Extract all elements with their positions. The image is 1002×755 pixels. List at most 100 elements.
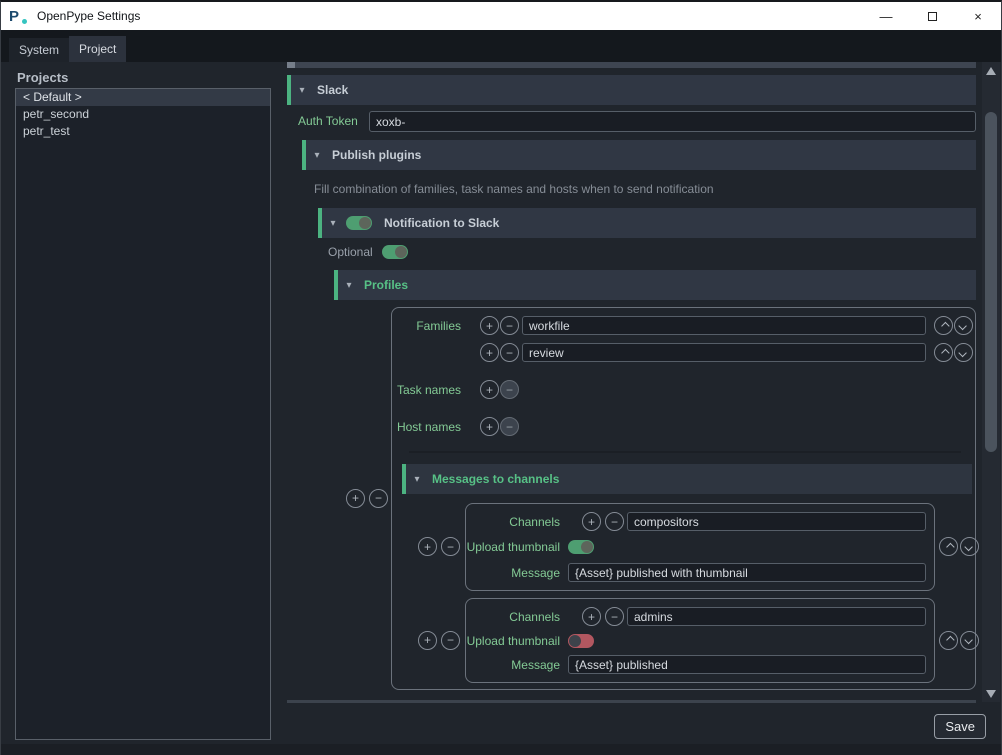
scrolled-section-edge bbox=[287, 62, 976, 68]
minimize-button[interactable]: — bbox=[863, 2, 909, 30]
scrolled-section-cap bbox=[287, 62, 295, 68]
publish-plugins-description: Fill combination of families, task names… bbox=[314, 182, 714, 196]
vertical-scrollbar[interactable] bbox=[982, 62, 1000, 702]
families-label: Families bbox=[397, 319, 461, 333]
toggle-knob bbox=[395, 246, 407, 258]
project-item-default[interactable]: < Default > bbox=[16, 89, 270, 106]
message-input[interactable] bbox=[568, 563, 926, 582]
publish-plugins-header[interactable]: ▾ Publish plugins bbox=[302, 140, 976, 170]
minimize-icon: — bbox=[880, 9, 893, 24]
close-icon: × bbox=[974, 9, 982, 24]
add-host-button[interactable]: + bbox=[480, 417, 499, 436]
logo-dot bbox=[22, 19, 27, 24]
family-input[interactable] bbox=[522, 316, 926, 335]
section-divider bbox=[409, 451, 961, 453]
message-label: Message bbox=[472, 658, 560, 672]
add-family-button[interactable]: + bbox=[480, 343, 499, 362]
remove-channel-button[interactable]: − bbox=[605, 512, 624, 531]
remove-family-button[interactable]: − bbox=[500, 343, 519, 362]
host-names-label: Host names bbox=[397, 420, 461, 434]
project-item-petr-second[interactable]: petr_second bbox=[16, 106, 270, 123]
family-input[interactable] bbox=[522, 343, 926, 362]
optional-row: Optional bbox=[328, 245, 408, 259]
notification-title: Notification to Slack bbox=[384, 216, 499, 230]
chevron-up-icon bbox=[941, 321, 949, 329]
chevron-up-icon bbox=[946, 542, 954, 550]
profile-item: + − Families + − + bbox=[279, 307, 1002, 690]
move-message-down-button[interactable] bbox=[960, 631, 979, 650]
move-down-button[interactable] bbox=[954, 343, 973, 362]
families-row: + − bbox=[397, 343, 973, 362]
profiles-header[interactable]: ▾ Profiles bbox=[334, 270, 976, 300]
toggle-knob bbox=[569, 635, 581, 647]
add-task-button[interactable]: + bbox=[480, 380, 499, 399]
collapse-arrow-icon[interactable]: ▾ bbox=[324, 218, 342, 229]
message-text-row: Message bbox=[472, 563, 926, 582]
profile-box: Families + − + − bbox=[391, 307, 976, 690]
move-up-button[interactable] bbox=[934, 343, 953, 362]
settings-main: ▾ Slack Auth Token ▾ Publish plugins Fil… bbox=[279, 62, 1001, 755]
message-input[interactable] bbox=[568, 655, 926, 674]
add-family-button[interactable]: + bbox=[480, 316, 499, 335]
collapse-arrow-icon[interactable]: ▾ bbox=[293, 85, 311, 96]
channel-input[interactable] bbox=[627, 607, 926, 626]
auth-token-input[interactable] bbox=[369, 111, 976, 132]
openpype-settings-window: P OpenPype Settings — × System Project P… bbox=[0, 0, 1002, 755]
add-message-button[interactable]: + bbox=[418, 631, 437, 650]
notification-header[interactable]: ▾ Notification to Slack bbox=[318, 208, 976, 238]
channels-label: Channels bbox=[472, 515, 560, 529]
maximize-icon bbox=[928, 12, 937, 21]
message-box: Channels + − Upload thumbnail bbox=[465, 598, 935, 683]
move-message-up-button[interactable] bbox=[939, 631, 958, 650]
remove-host-button[interactable]: − bbox=[500, 417, 519, 436]
message-item: + − Channels + − bbox=[397, 503, 973, 591]
message-label: Message bbox=[472, 566, 560, 580]
maximize-button[interactable] bbox=[909, 2, 955, 30]
project-list: < Default > petr_second petr_test bbox=[15, 88, 271, 740]
add-profile-button[interactable]: + bbox=[346, 489, 365, 508]
remove-task-button[interactable]: − bbox=[500, 380, 519, 399]
move-up-button[interactable] bbox=[934, 316, 953, 335]
slack-section-header[interactable]: ▾ Slack bbox=[287, 75, 976, 105]
move-message-up-button[interactable] bbox=[939, 537, 958, 556]
remove-message-button[interactable]: − bbox=[441, 631, 460, 650]
add-channel-button[interactable]: + bbox=[582, 607, 601, 626]
project-item-petr-test[interactable]: petr_test bbox=[16, 123, 270, 140]
optional-toggle[interactable] bbox=[382, 245, 408, 259]
add-channel-button[interactable]: + bbox=[582, 512, 601, 531]
chevron-down-icon bbox=[958, 348, 966, 356]
tab-bar: System Project bbox=[1, 30, 1001, 62]
scrollbar-thumb[interactable] bbox=[985, 112, 997, 452]
channels-row: Channels + − bbox=[472, 512, 926, 531]
upload-thumbnail-toggle[interactable] bbox=[568, 634, 594, 648]
tab-project[interactable]: Project bbox=[69, 36, 126, 62]
notification-enabled-toggle[interactable] bbox=[346, 216, 372, 230]
messages-header[interactable]: ▾ Messages to channels bbox=[402, 464, 972, 494]
upload-thumbnail-row: Upload thumbnail bbox=[472, 634, 926, 648]
tab-system[interactable]: System bbox=[9, 38, 69, 62]
channel-input[interactable] bbox=[627, 512, 926, 531]
horizontal-scrollbar[interactable] bbox=[287, 700, 976, 703]
chevron-down-icon bbox=[958, 321, 966, 329]
message-text-row: Message bbox=[472, 655, 926, 674]
add-message-button[interactable]: + bbox=[418, 537, 437, 556]
upload-thumbnail-toggle[interactable] bbox=[568, 540, 594, 554]
remove-profile-button[interactable]: − bbox=[369, 489, 388, 508]
remove-channel-button[interactable]: − bbox=[605, 607, 624, 626]
collapse-arrow-icon[interactable]: ▾ bbox=[408, 474, 426, 485]
scroll-up-icon[interactable] bbox=[986, 67, 996, 75]
remove-family-button[interactable]: − bbox=[500, 316, 519, 335]
channels-row: Channels + − bbox=[472, 607, 926, 626]
logo-letter: P bbox=[9, 8, 19, 25]
slack-section-title: Slack bbox=[317, 83, 348, 97]
move-down-button[interactable] bbox=[954, 316, 973, 335]
host-names-row: Host names + − bbox=[397, 417, 973, 436]
task-names-label: Task names bbox=[397, 383, 461, 397]
remove-message-button[interactable]: − bbox=[441, 537, 460, 556]
scroll-down-icon[interactable] bbox=[986, 690, 996, 698]
save-button[interactable]: Save bbox=[934, 714, 986, 739]
collapse-arrow-icon[interactable]: ▾ bbox=[308, 150, 326, 161]
move-message-down-button[interactable] bbox=[960, 537, 979, 556]
collapse-arrow-icon[interactable]: ▾ bbox=[340, 280, 358, 291]
close-button[interactable]: × bbox=[955, 2, 1001, 30]
